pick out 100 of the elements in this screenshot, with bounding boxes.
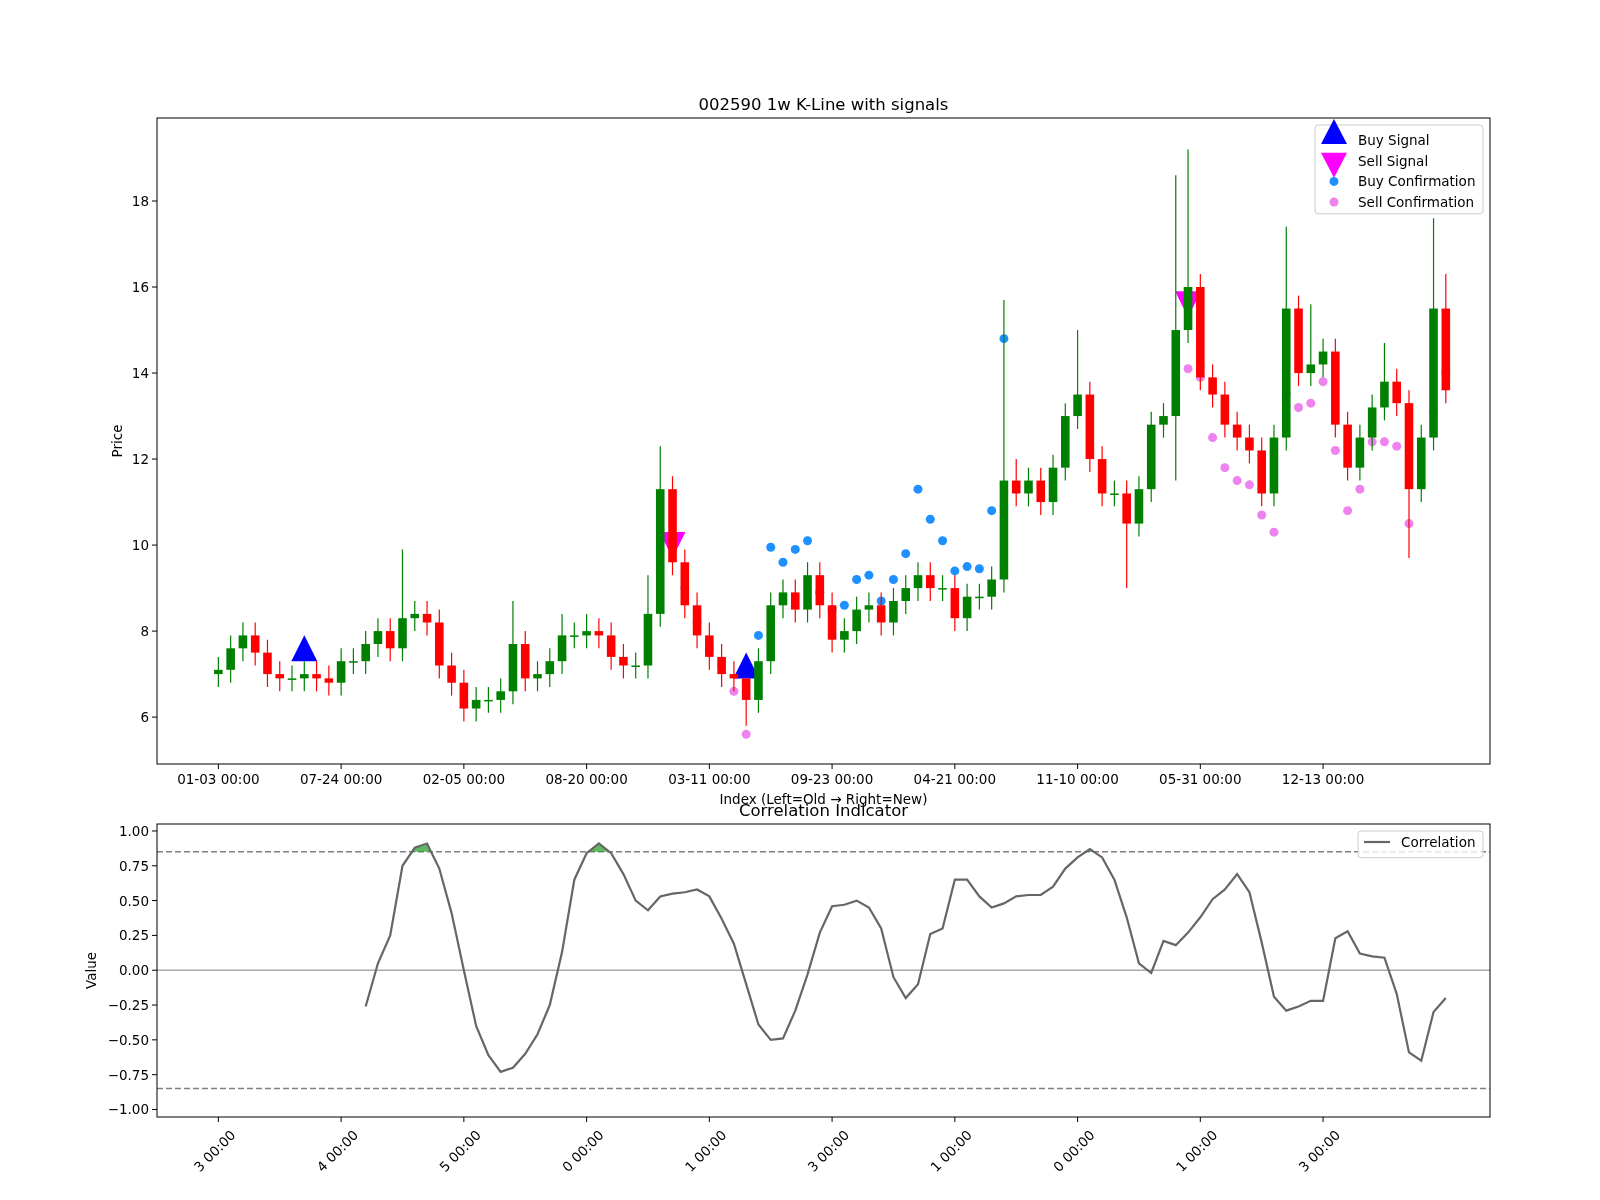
candlestick	[496, 677, 505, 714]
candlestick	[287, 664, 297, 692]
axis-tick-label: 12-13 00:00	[1281, 771, 1365, 787]
candlestick	[692, 591, 702, 649]
candlestick	[705, 621, 714, 671]
axis-tick-label: 03-11 00:00	[668, 771, 751, 787]
axis-tick-label: 11-10 00:00	[1036, 771, 1119, 787]
candlestick	[1245, 424, 1254, 464]
axis-label: Value	[83, 951, 99, 990]
candlestick	[1048, 454, 1058, 516]
candlestick	[950, 574, 960, 632]
axis-label: Price	[109, 424, 125, 458]
candlestick	[1036, 467, 1046, 516]
candlestick	[754, 647, 763, 714]
candlestick	[901, 574, 911, 615]
candlestick	[1134, 475, 1144, 538]
candlestick	[361, 630, 370, 675]
axis-tick-label: 07-24 00:00	[299, 771, 383, 787]
candlestick	[631, 652, 640, 679]
axis-tick-label: 02-05 00:00	[422, 771, 506, 787]
legend-label: Correlation	[1401, 834, 1476, 850]
candlestick	[1232, 411, 1242, 452]
candlestick	[803, 561, 812, 624]
candlestick	[373, 617, 383, 658]
candlestick	[435, 609, 444, 679]
candlestick	[250, 621, 260, 667]
axis-tick-label: 04-21 00:00	[913, 771, 997, 787]
axis-tick-label: 0.75	[118, 857, 149, 874]
legend-label: Sell Signal	[1358, 152, 1429, 169]
candlestick	[741, 677, 751, 727]
candlestick	[312, 660, 321, 692]
candlestick	[214, 656, 223, 688]
candlestick	[619, 643, 628, 679]
chart-title: 002590 1w K-Line with signals	[698, 95, 949, 114]
candlestick	[913, 561, 923, 602]
candlestick	[385, 617, 395, 662]
candlestick	[422, 600, 432, 636]
candlestick	[962, 583, 972, 632]
candlestick	[889, 587, 898, 636]
candlestick	[545, 647, 555, 688]
candlestick	[1208, 363, 1217, 409]
axis-tick-label: 05-31 00:00	[1159, 771, 1242, 787]
candlestick	[1110, 479, 1119, 507]
candlestick	[938, 574, 947, 602]
candlestick	[1392, 368, 1401, 417]
candlestick	[1343, 411, 1352, 482]
candlestick	[1220, 381, 1230, 439]
candlestick	[987, 566, 996, 611]
candlestick	[533, 660, 542, 692]
candlestick	[336, 647, 346, 697]
candlestick	[815, 561, 825, 619]
axis-tick-label: 6	[140, 709, 149, 726]
axis-tick-label: −0.25	[107, 997, 149, 1014]
axis-tick-label: 10	[131, 537, 149, 554]
threshold-fill	[588, 843, 610, 852]
axis-tick-label: 12	[131, 451, 149, 468]
axis-tick-label: 0.50	[118, 892, 149, 909]
axis-tick-label: 09-23 00:00	[790, 771, 874, 787]
threshold-fill	[411, 843, 432, 852]
candlestick	[975, 583, 984, 611]
candlestick	[226, 634, 235, 684]
candlestick	[790, 578, 800, 624]
axis-tick-label: 8	[140, 623, 149, 640]
candlestick	[349, 647, 358, 675]
axis-tick-label: 18	[131, 193, 149, 209]
candlestick	[238, 621, 248, 662]
axis-tick-label: 08-20 00:00	[545, 771, 628, 787]
candlestick	[1257, 436, 1266, 507]
axis-tick-label: −0.75	[107, 1066, 149, 1083]
candlestick	[300, 660, 309, 692]
candlestick	[717, 643, 726, 688]
candlestick	[570, 621, 579, 649]
candlestick	[827, 591, 837, 654]
axis-tick-label: 0.00	[118, 962, 149, 979]
candlestick	[471, 686, 481, 722]
candlestick	[263, 639, 272, 688]
candlestick	[447, 652, 456, 697]
candlestick	[484, 686, 493, 714]
candlestick	[275, 660, 285, 692]
candlestick	[680, 548, 690, 619]
axis-tick-label: 14	[131, 365, 149, 382]
candlestick	[1367, 393, 1377, 452]
candlestick	[852, 596, 861, 645]
candlestick	[520, 630, 530, 692]
legend-label: Sell Confirmation	[1358, 194, 1474, 211]
candlestick	[582, 613, 591, 649]
candlestick	[1355, 424, 1365, 482]
candlestick	[876, 591, 886, 636]
candlestick	[1159, 402, 1168, 439]
candlestick	[324, 664, 334, 697]
candlestick	[778, 578, 788, 619]
candlestick	[606, 621, 616, 671]
candlestick	[864, 591, 874, 624]
candlestick	[594, 617, 604, 649]
candlestick	[459, 669, 469, 722]
candlestick	[840, 617, 849, 654]
axis-tick-label: 1.00	[118, 822, 149, 839]
threshold-fill	[1085, 849, 1094, 852]
axis-tick-label: −1.00	[107, 1101, 149, 1118]
legend-label: Buy Signal	[1358, 132, 1430, 148]
